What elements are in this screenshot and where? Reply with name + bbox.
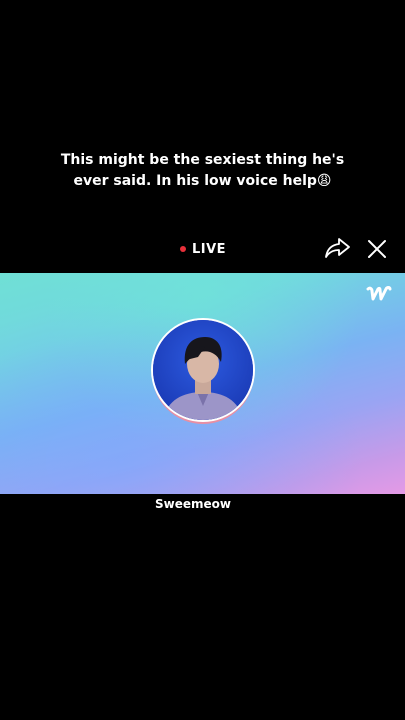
username: Sweemeow <box>155 497 231 511</box>
avatar-photo <box>153 320 253 420</box>
profile-avatar[interactable] <box>151 318 255 422</box>
caption-line-2: ever said. In his low voice help😩 <box>73 173 332 189</box>
live-banner <box>0 273 405 494</box>
share-button[interactable] <box>324 236 352 260</box>
live-indicator: LIVE <box>180 240 226 258</box>
weverse-logo-icon <box>366 286 392 301</box>
close-button[interactable] <box>366 238 388 260</box>
caption-line-1: This might be the sexiest thing he's <box>60 152 345 168</box>
live-dot-icon <box>180 246 186 252</box>
share-arrow-icon <box>325 238 350 258</box>
video-caption: This might be the sexiest thing he's eve… <box>0 150 405 192</box>
close-icon <box>368 240 386 258</box>
live-label: LIVE <box>192 241 227 257</box>
